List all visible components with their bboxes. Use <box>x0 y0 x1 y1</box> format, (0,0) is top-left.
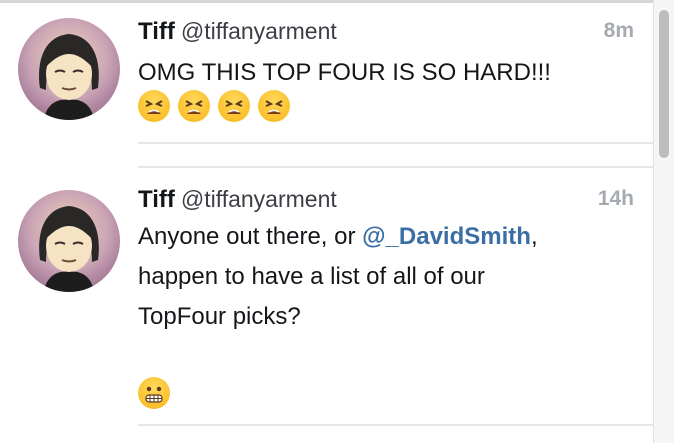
user-handle[interactable]: @tiffanyarment <box>181 186 337 212</box>
tweet-text-line: TopFour picks? <box>138 303 301 330</box>
emoji-row <box>138 377 170 409</box>
tweet-text-line: Anyone out there, or @_DavidSmith, <box>138 219 634 255</box>
tweet[interactable]: Tiff @tiffanyarment 14h Anyone out there,… <box>0 3 654 443</box>
tweet-divider <box>138 424 654 426</box>
timestamp[interactable]: 14h <box>598 187 634 211</box>
mention-link[interactable]: @_DavidSmith <box>362 223 531 250</box>
tweet-timeline[interactable]: Tiff @tiffanyarment 8m OMG THIS TOP FOUR … <box>0 3 654 443</box>
tweet-text-segment: Anyone out there, or <box>138 223 363 250</box>
avatar[interactable] <box>18 190 120 292</box>
grimacing-face-icon <box>138 377 170 409</box>
tweet-text: Anyone out there, or @_DavidSmith, happe… <box>138 219 634 335</box>
display-name[interactable]: Tiff <box>138 186 175 213</box>
scrollbar[interactable] <box>653 0 674 443</box>
tweet-text-segment: , <box>530 223 538 250</box>
tweet-header: Tiff @tiffanyarment 14h <box>138 186 634 216</box>
scrollbar-thumb[interactable] <box>659 10 669 158</box>
tweet-text-line: happen to have a list of all of our <box>138 263 485 290</box>
avatar-illustration-icon <box>18 190 120 292</box>
